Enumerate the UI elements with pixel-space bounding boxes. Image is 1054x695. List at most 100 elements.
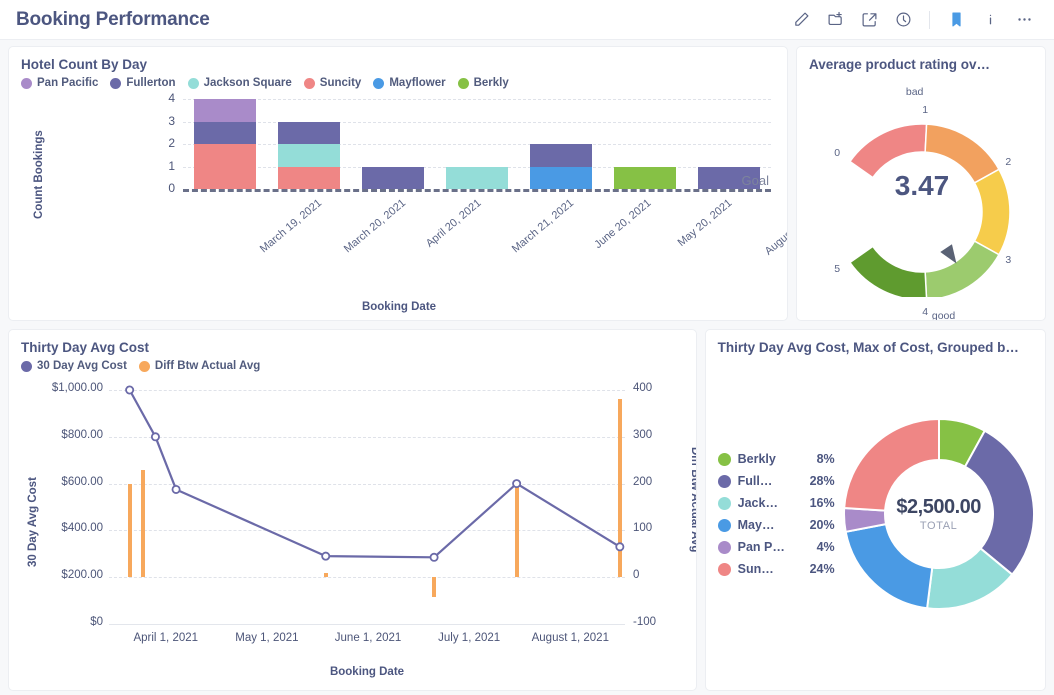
legend-label: Suncity [319, 77, 362, 89]
gridline [109, 530, 625, 532]
legend-swatch-icon [138, 360, 150, 372]
bar-segment[interactable] [194, 121, 256, 144]
bar-segment[interactable] [278, 144, 340, 167]
gridline [109, 390, 625, 391]
line-point[interactable] [321, 551, 331, 561]
share-icon[interactable] [853, 4, 885, 36]
bar-segment[interactable] [194, 99, 256, 122]
gridline [109, 436, 625, 438]
page-title: Booking Performance [16, 8, 210, 30]
bar-segment[interactable] [530, 144, 592, 167]
legend-swatch-icon [457, 77, 469, 89]
bar-segment[interactable] [278, 121, 340, 144]
donut-total-caption: TOTAL [919, 520, 958, 532]
bar-x-tick: April 20, 2021 [423, 197, 484, 250]
bar-column[interactable] [183, 99, 267, 189]
more-options-icon[interactable] [1008, 4, 1040, 36]
donut-legend-label: Berkly [737, 452, 776, 466]
diff-bar[interactable] [323, 573, 328, 578]
tile-title: Thirty Day Avg Cost, Max of Cost, Groupe… [717, 340, 1019, 355]
bar-x-tick: March 21, 2021 [509, 197, 577, 256]
bar-chart-legend: Pan Pacific Fullerton Jackson Square Suncit… [9, 72, 787, 89]
donut-legend: Berkly 8% Full… 28% Jack… 16% May… 20% Pan P… 4% S… [717, 452, 835, 576]
gauge-range-label: bad [905, 86, 924, 99]
line-x-tick: April 1, 2021 [133, 632, 199, 644]
diff-bar[interactable] [140, 469, 145, 578]
donut-legend-item[interactable]: Full… 28% [717, 474, 835, 488]
bar-chart-plot: Count Bookings Booking Date 4 3 2 1 0 March … [9, 89, 787, 313]
line-y2-tick: 0 [633, 569, 640, 582]
legend-swatch-icon [717, 540, 731, 554]
line-x-axis-title: Booking Date [329, 666, 405, 678]
line-y2-tick: 200 [633, 475, 653, 488]
bar-segment[interactable] [446, 166, 508, 189]
bar-legend-item[interactable]: Berkly [457, 77, 509, 89]
bar-column[interactable] [519, 99, 603, 189]
tile-title: Hotel Count By Day [21, 57, 148, 72]
bar-column[interactable] [603, 99, 687, 189]
donut-legend-percent: 24% [809, 562, 835, 576]
bookmark-icon[interactable] [940, 4, 972, 36]
bar-legend-item[interactable]: Mayflower [373, 77, 446, 89]
diff-bar[interactable] [617, 399, 622, 578]
bar-legend-item[interactable]: Fullerton [110, 77, 176, 89]
bar-segment[interactable] [194, 144, 256, 189]
donut-legend-label: Jack… [737, 496, 778, 510]
line-y-tick: $200.00 [61, 569, 103, 582]
legend-label: Pan Pacific [37, 77, 99, 89]
tile-average-product-rating[interactable]: Average product rating ov… 3.47 0 1 2 3 4 5 ba… [796, 46, 1046, 321]
line-legend-item[interactable]: 30 Day Avg Cost [21, 360, 127, 372]
bar-y-tick: 2 [168, 136, 175, 150]
line-y-tick: $1,000.00 [51, 382, 103, 394]
add-to-folder-icon[interactable] [819, 4, 851, 36]
bar-stack [278, 121, 340, 189]
donut-legend-item[interactable]: Jack… 16% [717, 496, 835, 510]
bar-legend-item[interactable]: Suncity [303, 77, 362, 89]
legend-label: Jackson Square [203, 77, 292, 89]
bar-legend-item[interactable]: Pan Pacific [21, 77, 98, 89]
tile-thirty-day-avg-cost[interactable]: Thirty Day Avg Cost 30 Day Avg Cost Diff … [8, 329, 697, 691]
legend-swatch-icon [717, 452, 731, 466]
bar-column[interactable] [435, 99, 519, 189]
bar-y-tick: 0 [168, 181, 175, 195]
legend-label: Diff Btw Actual Avg [154, 360, 261, 372]
bar-segment[interactable] [362, 166, 424, 189]
bar-segment[interactable] [530, 166, 592, 189]
bar-x-axis-title: Booking Date [361, 301, 437, 313]
bar-segment[interactable] [278, 166, 340, 189]
schedule-clock-icon[interactable] [887, 4, 919, 36]
bar-y-tick: 1 [168, 158, 175, 173]
line-point[interactable] [429, 552, 439, 562]
info-icon[interactable] [974, 4, 1006, 36]
line-point[interactable] [171, 484, 181, 494]
diff-bar[interactable] [514, 483, 519, 578]
bar-column[interactable] [267, 99, 351, 189]
legend-swatch-icon [303, 77, 315, 89]
donut-legend-percent: 16% [809, 496, 835, 510]
line-legend-item[interactable]: Diff Btw Actual Avg [138, 360, 261, 372]
donut-legend-item[interactable]: May… 20% [717, 518, 835, 532]
header-actions [785, 4, 1040, 36]
tile-hotel-count-by-day[interactable]: Hotel Count By Day Pan Pacific Fullerton J… [8, 46, 788, 321]
donut-legend-item[interactable]: Berkly 8% [717, 452, 835, 466]
legend-label: Mayflower [389, 77, 446, 89]
line-y2-tick: 400 [633, 382, 653, 394]
tile-cost-grouped-by-hotel[interactable]: Thirty Day Avg Cost, Max of Cost, Groupe… [704, 329, 1046, 691]
line-x-tick: July 1, 2021 [438, 632, 501, 644]
toolbar-divider [929, 10, 930, 29]
bar-legend-item[interactable]: Jackson Square [187, 77, 292, 89]
line-y-tick: $400.00 [61, 522, 103, 535]
line-chart-plot: 30 Day Avg Cost Diff Btw Actual Avg Book… [9, 372, 696, 682]
legend-swatch-icon [717, 518, 731, 532]
edit-icon[interactable] [785, 4, 817, 36]
diff-bar[interactable] [432, 577, 437, 597]
bar-segment[interactable] [614, 166, 676, 189]
donut-body: Berkly 8% Full… 28% Jack… 16% May… 20% Pan P… 4% S… [706, 355, 1045, 673]
donut-legend-label: Full… [737, 474, 773, 488]
diff-bar[interactable] [127, 483, 132, 578]
donut-legend-item[interactable]: Pan P… 4% [717, 540, 835, 554]
donut-legend-item[interactable]: Sun… 24% [717, 562, 835, 576]
donut-legend-percent: 4% [816, 540, 835, 554]
legend-label: 30 Day Avg Cost [37, 360, 127, 372]
bar-column[interactable] [351, 99, 435, 189]
